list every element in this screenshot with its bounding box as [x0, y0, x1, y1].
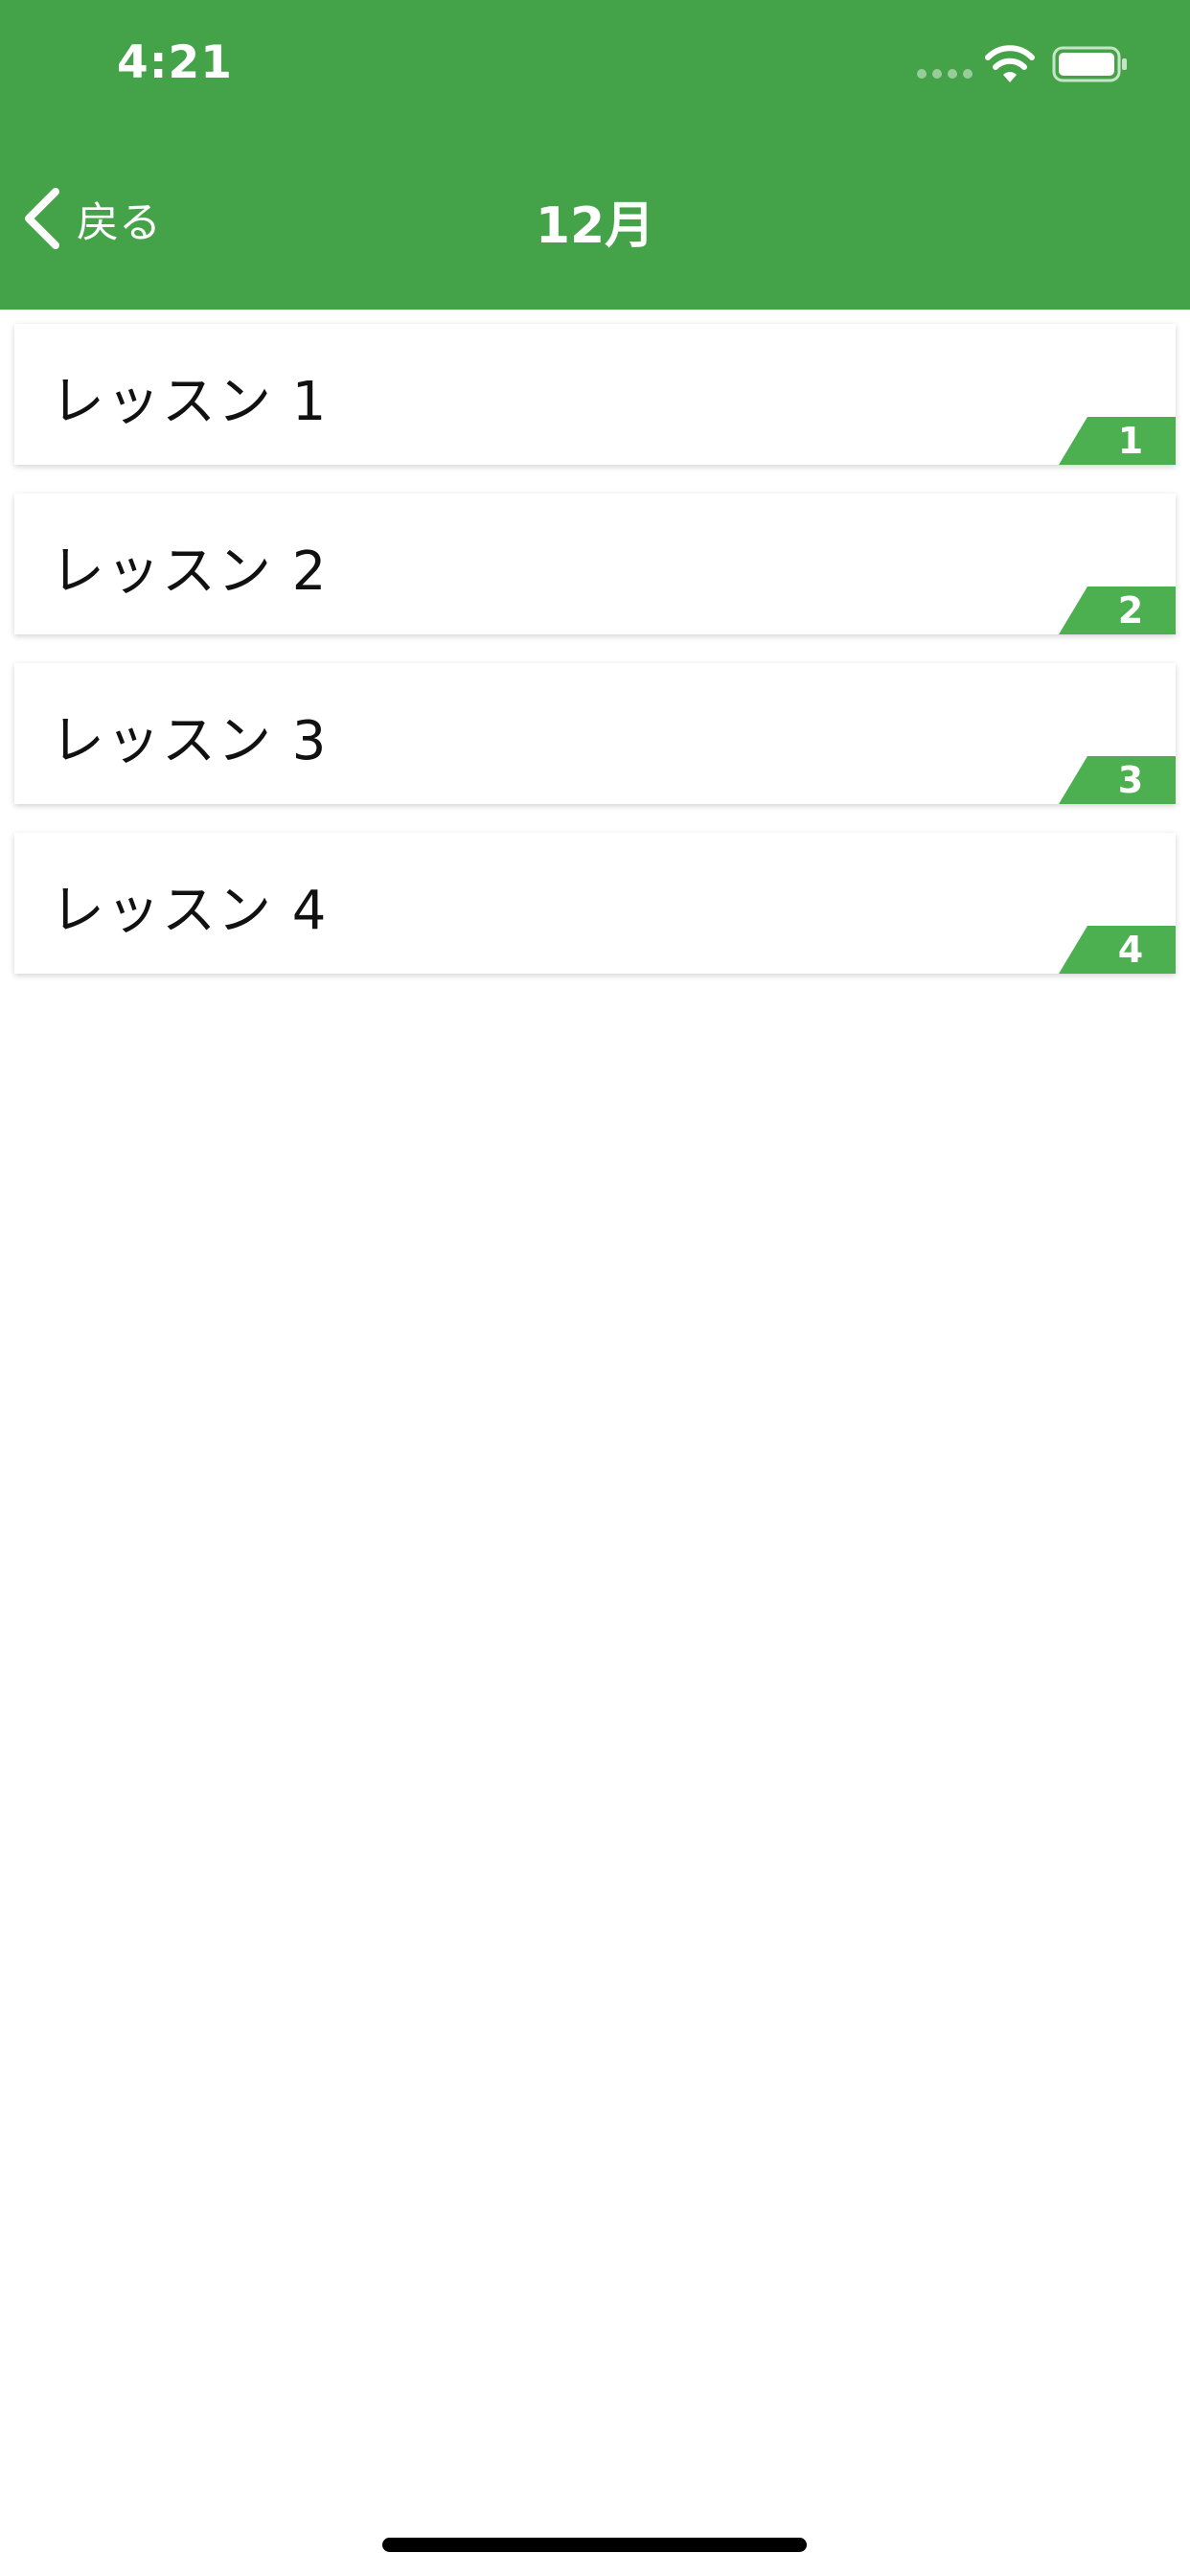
lesson-title: レッスン 1: [51, 371, 329, 433]
lesson-title: レッスン 3: [51, 710, 329, 772]
lesson-number-badge: 2: [1059, 586, 1176, 634]
lesson-number-badge: 4: [1059, 926, 1176, 974]
page-title: 12月: [535, 197, 655, 255]
lesson-number-badge: 1: [1059, 417, 1176, 465]
lesson-title: レッスン 2: [51, 540, 329, 603]
battery-icon: [1052, 46, 1127, 82]
lesson-card-4[interactable]: レッスン 4 4: [14, 833, 1176, 974]
lesson-card-2[interactable]: レッスン 2 2: [14, 494, 1176, 634]
navigation-header: 4:21 戻る 12月: [0, 0, 1190, 310]
lesson-list: レッスン 1 1 レッスン 2 2 レッスン 3 3 レッスン 4 4: [14, 324, 1176, 1002]
lesson-title: レッスン 4: [51, 880, 329, 942]
home-indicator[interactable]: [382, 2538, 807, 2552]
signal-icon: [917, 69, 973, 79]
status-time: 4:21: [117, 36, 233, 89]
lesson-card-1[interactable]: レッスン 1 1: [14, 324, 1176, 465]
lesson-card-3[interactable]: レッスン 3 3: [14, 663, 1176, 804]
lesson-number-badge: 3: [1059, 756, 1176, 804]
wifi-icon: [985, 45, 1035, 82]
